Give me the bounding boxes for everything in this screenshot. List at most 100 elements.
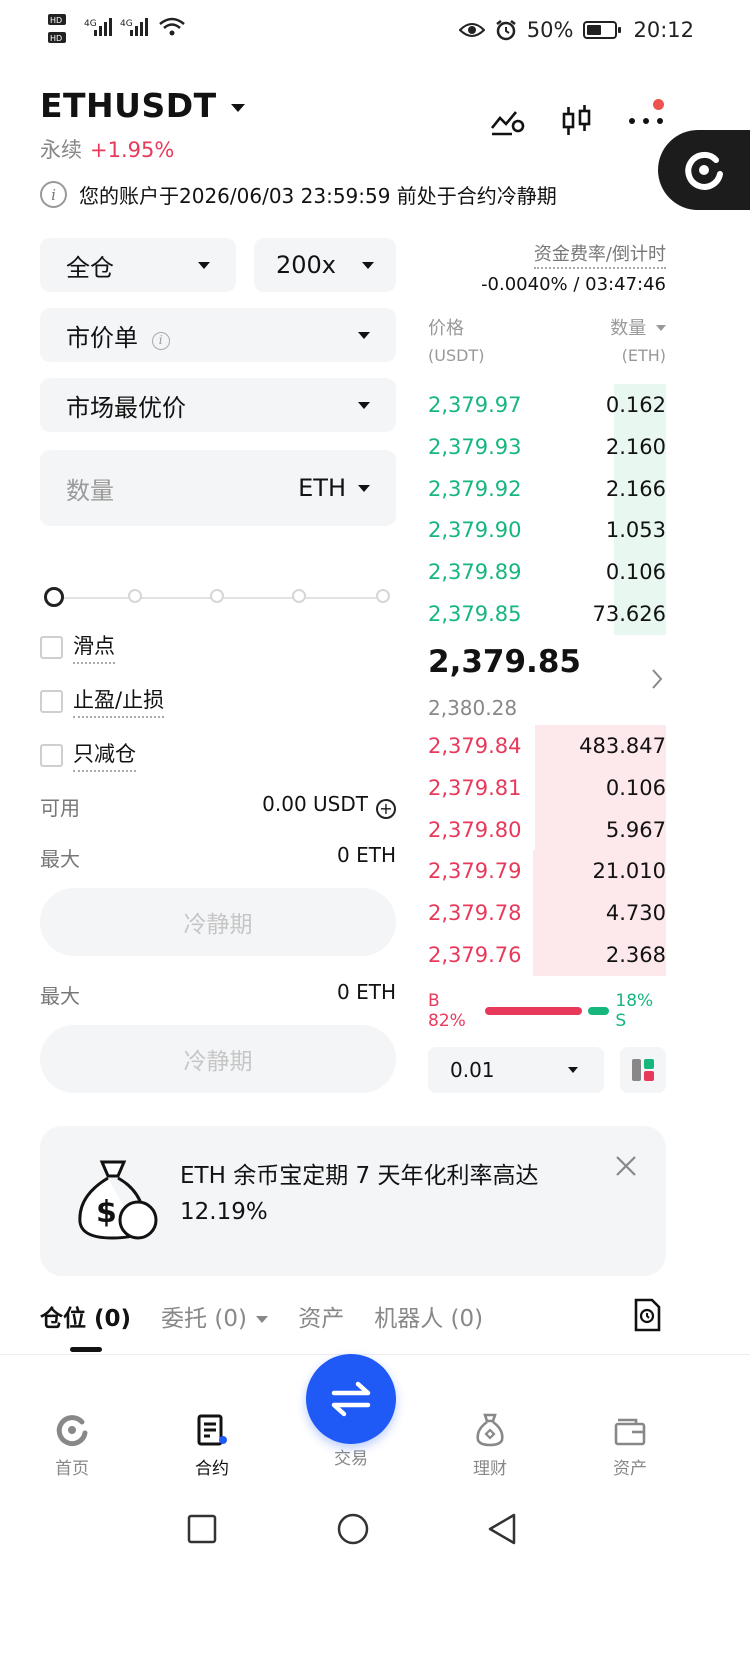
tab-positions[interactable]: 仓位 (0)	[40, 1299, 131, 1333]
ask-row[interactable]: 2,379.90 1.053	[428, 509, 666, 552]
order-quantity: 483.847	[579, 734, 666, 758]
ask-row[interactable]: 2,379.92 2.166	[428, 467, 666, 510]
more-icon[interactable]	[628, 116, 664, 126]
order-price: 2,379.84	[428, 734, 522, 758]
status-bar: HD HD 4G 4G 50% 20:12	[0, 0, 750, 62]
pair-name: ETHUSDT	[40, 86, 217, 125]
info-icon[interactable]: i	[151, 331, 170, 350]
money-bag-icon: $	[78, 1160, 158, 1240]
nav-label: 理财	[473, 1459, 507, 1479]
funding-rate-label[interactable]: 资金费率/倒计时	[428, 240, 666, 269]
order-history-icon[interactable]	[632, 1298, 662, 1336]
notice-text: 您的账户于2026/06/03 23:59:59 前处于合约冷静期	[79, 184, 557, 208]
promo-banner[interactable]: $ ETH 余币宝定期 7 天年化利率高达 12.19%	[40, 1126, 666, 1276]
order-price: 2,379.79	[428, 859, 522, 884]
chevron-down-icon	[256, 1316, 269, 1323]
bid-row[interactable]: 2,379.78 4.730	[428, 892, 666, 935]
close-icon[interactable]	[614, 1154, 638, 1181]
recent-apps-icon[interactable]	[187, 1514, 217, 1544]
status-right: 50% 20:12	[458, 18, 694, 42]
chevron-right-icon[interactable]	[650, 668, 664, 694]
nav-futures[interactable]: 合约	[162, 1410, 262, 1479]
order-type-label: 市价单 i	[66, 318, 170, 353]
position-tabs: 仓位 (0) 委托 (0) 资产 机器人 (0)	[40, 1296, 666, 1336]
alarm-icon	[496, 20, 516, 41]
quantity-slider[interactable]	[44, 587, 392, 608]
available-row: 可用 0.00 USDT +	[40, 792, 396, 821]
nav-trade[interactable]: 交易	[301, 1444, 401, 1469]
reduce-only-checkbox[interactable]: 只减仓	[40, 738, 136, 772]
nav-finance[interactable]: 理财	[440, 1410, 540, 1479]
open-long-button[interactable]: 冷静期	[40, 888, 396, 956]
leverage-value: 200x	[276, 251, 337, 279]
bid-row[interactable]: 2,379.84 483.847	[428, 725, 666, 767]
order-price: 2,379.92	[428, 476, 522, 501]
price-type-select[interactable]: 市场最优价	[40, 378, 396, 432]
nav-assets[interactable]: 资产	[580, 1410, 680, 1479]
ask-row[interactable]: 2,379.97 0.162	[428, 384, 666, 426]
ask-row[interactable]: 2,379.85 73.626	[428, 593, 666, 635]
tab-bots[interactable]: 机器人 (0)	[374, 1299, 483, 1333]
add-funds-icon[interactable]: +	[376, 799, 396, 819]
nav-label: 资产	[613, 1459, 647, 1479]
max-value: 0 ETH	[337, 980, 396, 1004]
trend-chart-icon[interactable]	[490, 106, 526, 136]
tab-orders-label: 委托 (0)	[161, 1306, 247, 1332]
quantity-input[interactable]: 数量 ETH	[40, 450, 396, 526]
candlestick-icon[interactable]	[560, 104, 594, 138]
buy-ratio-label: B 82%	[428, 991, 466, 1031]
bid-row[interactable]: 2,379.79 21.010	[428, 850, 666, 893]
svg-text:HD: HD	[50, 16, 62, 25]
max-value: 0 ETH	[337, 843, 396, 867]
chevron-down-icon	[358, 401, 370, 409]
tp-sl-checkbox[interactable]: 止盈/止损	[40, 684, 165, 718]
order-quantity: 2.368	[605, 943, 666, 967]
checkbox-label: 止盈/止损	[73, 684, 165, 718]
tab-orders[interactable]: 委托 (0)	[161, 1299, 269, 1333]
precision-select[interactable]: 0.01	[428, 1047, 604, 1093]
okx-c-icon	[685, 151, 723, 190]
qty-header-select[interactable]: 数量	[610, 314, 666, 340]
chevron-down-icon	[230, 103, 245, 112]
chevron-down-icon	[568, 1067, 578, 1073]
bid-row[interactable]: 2,379.80 5.967	[428, 808, 666, 851]
checkbox-box[interactable]	[40, 635, 63, 659]
pair-selector[interactable]: ETHUSDT	[40, 86, 245, 125]
slippage-checkbox[interactable]: 滑点	[40, 630, 115, 664]
svg-text:HD: HD	[50, 34, 62, 43]
orderbook-layout-button[interactable]	[620, 1047, 666, 1093]
order-price: 2,379.76	[428, 943, 522, 967]
last-price[interactable]: 2,379.85	[428, 644, 581, 680]
checkbox-box[interactable]	[40, 743, 63, 767]
order-price: 2,379.89	[428, 560, 522, 585]
tab-assets[interactable]: 资产	[298, 1299, 344, 1333]
slider-stop-75[interactable]	[292, 589, 306, 603]
bid-row[interactable]: 2,379.81 0.106	[428, 766, 666, 809]
ask-row[interactable]: 2,379.89 0.106	[428, 551, 666, 594]
nav-home[interactable]: 首页	[22, 1410, 122, 1479]
ask-row[interactable]: 2,379.93 2.160	[428, 425, 666, 468]
slider-stop-50[interactable]	[210, 589, 224, 603]
checkbox-box[interactable]	[40, 689, 63, 713]
bid-row[interactable]: 2,379.76 2.368	[428, 934, 666, 976]
slider-handle[interactable]	[44, 587, 64, 607]
back-icon[interactable]	[486, 1512, 518, 1546]
trade-fab-button[interactable]	[306, 1354, 396, 1444]
max-label: 最大	[40, 847, 80, 871]
margin-mode-select[interactable]: 全仓	[40, 238, 236, 292]
quantity-unit-select[interactable]: ETH	[298, 474, 370, 502]
open-short-button[interactable]: 冷静期	[40, 1025, 396, 1093]
battery-percent: 50%	[526, 18, 574, 42]
order-quantity: 21.010	[592, 859, 666, 884]
available-label: 可用	[40, 796, 80, 820]
buy-sell-ratio: B 82% 18% S	[428, 991, 666, 1031]
active-tab-indicator	[70, 1347, 102, 1352]
slider-stop-100[interactable]	[376, 589, 390, 603]
order-type-select[interactable]: 市价单 i	[40, 308, 396, 362]
order-quantity: 1.053	[605, 518, 666, 543]
leverage-select[interactable]: 200x	[254, 238, 396, 292]
floating-assistant-button[interactable]	[658, 130, 750, 210]
margin-mode-value: 全仓	[66, 253, 114, 282]
home-circle-icon[interactable]	[336, 1512, 370, 1546]
slider-stop-25[interactable]	[128, 589, 142, 603]
